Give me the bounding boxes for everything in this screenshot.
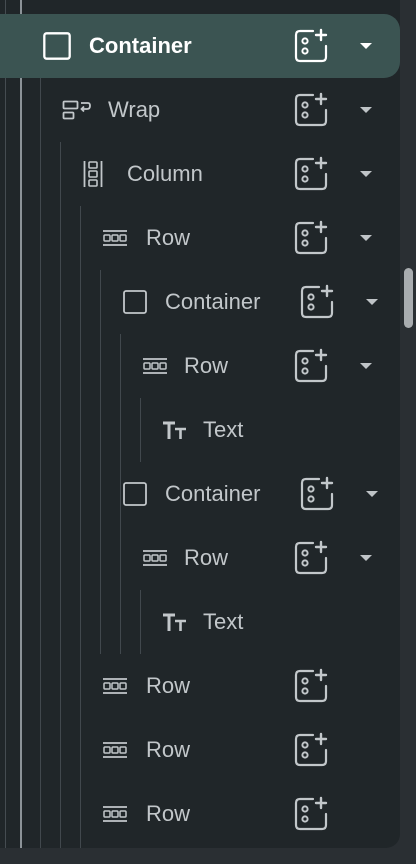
- tree-node-column[interactable]: Column: [0, 142, 400, 206]
- chevron-down-icon[interactable]: [360, 171, 372, 177]
- add-child-widget-icon[interactable]: [293, 540, 329, 576]
- panel-bottom-edge: [0, 848, 400, 864]
- add-child-widget-icon[interactable]: [293, 732, 329, 768]
- add-child-widget-icon[interactable]: [293, 92, 329, 128]
- tree-node-row[interactable]: Row: [0, 718, 400, 782]
- add-child-widget-icon[interactable]: [293, 28, 329, 64]
- tree-node-label: Text: [203, 609, 244, 634]
- chevron-down-icon[interactable]: [360, 555, 372, 561]
- wrap-icon: [62, 99, 92, 121]
- chevron-down-icon[interactable]: [366, 491, 378, 497]
- add-child-widget-icon[interactable]: [293, 668, 329, 704]
- tree-node-label: Container: [165, 481, 261, 506]
- add-child-widget-icon[interactable]: [293, 156, 329, 192]
- text-icon: [162, 420, 188, 440]
- tree-node-row[interactable]: Row: [0, 782, 400, 846]
- chevron-down-icon[interactable]: [366, 299, 378, 305]
- tree-node-container[interactable]: Container: [0, 14, 400, 78]
- tree-node-wrap[interactable]: Wrap: [0, 78, 400, 142]
- tree-node-text[interactable]: Text: [0, 590, 400, 654]
- tree-node-label: Column: [127, 161, 203, 186]
- tree-node-label: Wrap: [108, 97, 161, 122]
- column-icon: [82, 159, 104, 189]
- tree-node-text[interactable]: Text: [0, 398, 400, 462]
- tree-node-container[interactable]: Container: [0, 462, 400, 526]
- chevron-down-icon[interactable]: [360, 363, 372, 369]
- container-icon: [122, 289, 148, 315]
- chevron-down-icon[interactable]: [360, 43, 372, 49]
- tree-node-row[interactable]: Row: [0, 334, 400, 398]
- tree-node-label: Container: [165, 289, 261, 314]
- row-icon: [102, 229, 128, 247]
- row-icon: [102, 805, 128, 823]
- tree-node-label: Row: [184, 353, 229, 378]
- row-icon: [102, 677, 128, 695]
- tree-node-row[interactable]: Row: [0, 206, 400, 270]
- widget-tree-panel: Container Wrap Column Row Container Row: [0, 0, 400, 848]
- tree-node-label: Text: [203, 417, 244, 442]
- tree-node-row[interactable]: Row: [0, 526, 400, 590]
- tree-node-label: Row: [146, 801, 191, 826]
- chevron-down-icon[interactable]: [360, 107, 372, 113]
- tree-node-label: Row: [146, 225, 191, 250]
- chevron-down-icon[interactable]: [360, 235, 372, 241]
- row-icon: [102, 741, 128, 759]
- tree-node-row[interactable]: Row: [0, 654, 400, 718]
- add-child-widget-icon[interactable]: [299, 284, 335, 320]
- add-child-widget-icon[interactable]: [293, 796, 329, 832]
- text-icon: [162, 612, 188, 632]
- tree-node-container[interactable]: Container: [0, 270, 400, 334]
- row-icon: [142, 549, 168, 567]
- scrollbar-thumb[interactable]: [404, 268, 413, 328]
- tree-node-label: Row: [146, 737, 191, 762]
- tree-node-label: Row: [184, 545, 229, 570]
- tree-node-label: Container: [89, 33, 192, 58]
- add-child-widget-icon[interactable]: [293, 348, 329, 384]
- tree-node-label: Row: [146, 673, 191, 698]
- container-icon: [122, 481, 148, 507]
- row-icon: [142, 357, 168, 375]
- container-icon: [42, 31, 72, 61]
- add-child-widget-icon[interactable]: [293, 220, 329, 256]
- add-child-widget-icon[interactable]: [299, 476, 335, 512]
